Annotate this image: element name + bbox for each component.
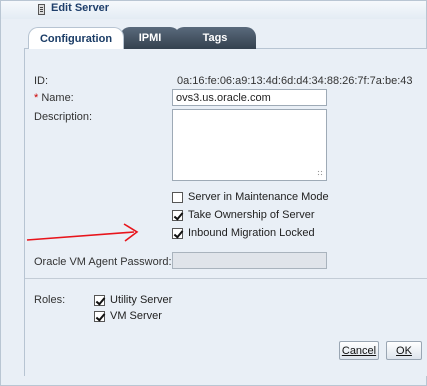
agent-password-label: Oracle VM Agent Password:	[34, 256, 172, 268]
id-value: 0a:16:fe:06:a9:13:4d:6d:d4:34:88:26:7f:7…	[177, 75, 413, 87]
document-icon	[38, 4, 45, 15]
tab-configuration[interactable]: Configuration	[28, 27, 124, 49]
id-label: ID:	[34, 75, 49, 87]
agent-password-input[interactable]	[172, 252, 327, 269]
maintenance-mode-label: Server in Maintenance Mode	[188, 191, 329, 203]
vm-server-label: VM Server	[110, 310, 162, 322]
divider	[25, 278, 427, 279]
take-ownership-label: Take Ownership of Server	[188, 209, 315, 221]
name-label: * Name:	[34, 92, 74, 104]
take-ownership-checkbox[interactable]: Take Ownership of Server	[172, 209, 315, 221]
checkbox-unchecked-icon[interactable]	[172, 191, 183, 203]
ok-button[interactable]: OK	[386, 341, 422, 360]
configuration-panel: ID: 0a:16:fe:06:a9:13:4d:6d:d4:34:88:26:…	[24, 48, 427, 376]
name-label-text: Name:	[41, 92, 74, 104]
name-input[interactable]	[172, 89, 327, 106]
description-textarea[interactable]	[172, 109, 327, 181]
tab-tags[interactable]: Tags	[174, 27, 256, 49]
cancel-button[interactable]: Cancel	[339, 341, 379, 360]
checkbox-checked-icon[interactable]	[94, 310, 105, 322]
required-marker: *	[34, 92, 39, 104]
checkbox-checked-icon[interactable]	[172, 209, 183, 221]
checkbox-checked-icon[interactable]	[172, 227, 183, 239]
title-bar: Edit Server	[1, 1, 426, 19]
inbound-migration-checkbox[interactable]: Inbound Migration Locked	[172, 227, 315, 239]
maintenance-mode-checkbox[interactable]: Server in Maintenance Mode	[172, 191, 329, 203]
roles-label: Roles:	[34, 294, 66, 306]
resize-grip-icon[interactable]	[317, 170, 324, 177]
vm-server-checkbox[interactable]: VM Server	[94, 310, 162, 322]
utility-server-label: Utility Server	[110, 294, 173, 306]
utility-server-checkbox[interactable]: Utility Server	[94, 294, 172, 306]
checkbox-checked-icon[interactable]	[94, 294, 105, 306]
tab-ipmi[interactable]: IPMI	[120, 27, 180, 49]
description-label: Description:	[34, 111, 93, 123]
edit-server-dialog: Edit Server Configuration IPMI Tags ID: …	[0, 0, 427, 386]
inbound-migration-label: Inbound Migration Locked	[188, 227, 315, 239]
dialog-title: Edit Server	[51, 2, 110, 14]
